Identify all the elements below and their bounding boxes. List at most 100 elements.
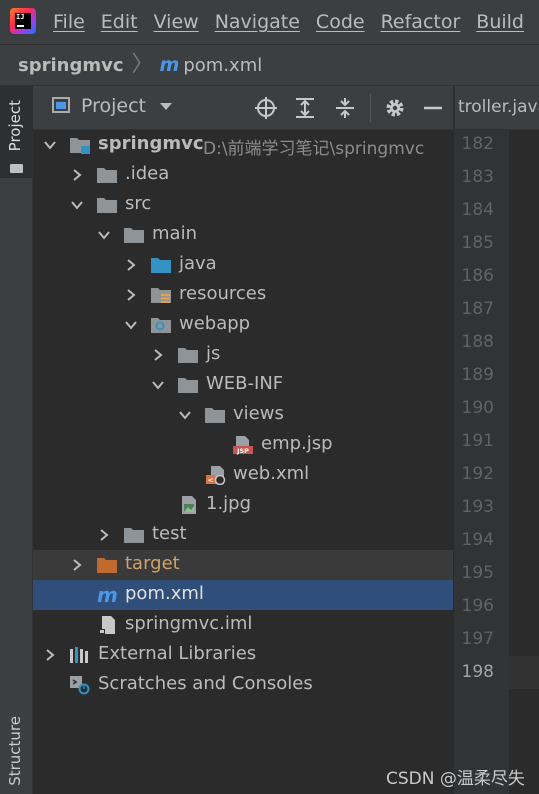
chevron-right-icon[interactable] xyxy=(95,526,113,544)
maven-icon: m xyxy=(159,54,180,76)
line-number: 185 xyxy=(461,233,494,253)
chevron-right-icon[interactable] xyxy=(122,256,140,274)
line-number: 183 xyxy=(461,167,494,187)
folder-icon xyxy=(10,164,23,173)
chevron-right-icon[interactable] xyxy=(68,556,86,574)
side-tab-structure[interactable]: Structure xyxy=(6,716,24,786)
collapse-all-icon[interactable] xyxy=(333,96,357,120)
tree-item-js[interactable]: js xyxy=(33,340,453,370)
tree-label: .idea xyxy=(125,163,170,184)
chevron-down-icon[interactable] xyxy=(149,376,167,394)
tree-item-external-libraries[interactable]: External Libraries xyxy=(33,640,453,670)
line-number: 186 xyxy=(461,266,494,286)
line-number: 192 xyxy=(461,464,494,484)
menu-code[interactable]: Code xyxy=(316,11,365,33)
chevron-right-icon[interactable] xyxy=(149,346,167,364)
tree-path: D:\前端学习笔记\springmvc xyxy=(203,139,425,159)
folder-icon xyxy=(124,228,144,243)
chevron-down-icon[interactable] xyxy=(160,103,172,110)
tree-label: views xyxy=(233,403,284,424)
chevron-right-icon[interactable] xyxy=(68,166,86,184)
tree-item-src[interactable]: src xyxy=(33,190,453,220)
image-file-icon xyxy=(182,496,196,514)
folder-icon xyxy=(97,168,117,183)
folder-icon xyxy=(178,378,198,393)
tree-item-test[interactable]: test xyxy=(33,520,453,550)
chevron-down-icon[interactable] xyxy=(122,316,140,334)
menu-bar: IJ File Edit View Navigate Code Refactor… xyxy=(0,0,539,44)
menu-edit[interactable]: Edit xyxy=(101,11,138,33)
chevron-down-icon[interactable] xyxy=(41,136,59,154)
tree-item-pom-xml[interactable]: m pom.xml xyxy=(33,580,453,610)
menu-file[interactable]: File xyxy=(53,11,85,33)
chevron-down-icon[interactable] xyxy=(68,196,86,214)
tree-item-webapp[interactable]: webapp xyxy=(33,310,453,340)
tree-label: js xyxy=(206,343,221,364)
expand-all-icon[interactable] xyxy=(293,96,317,120)
chevron-down-icon[interactable] xyxy=(95,226,113,244)
tree-item-target[interactable]: target xyxy=(33,550,453,580)
source-folder-icon xyxy=(151,258,171,273)
maven-icon: m xyxy=(97,583,118,607)
tree-label: springmvc.iml xyxy=(125,613,253,634)
tree-label: Scratches and Consoles xyxy=(98,673,313,694)
tree-label: springmvc xyxy=(98,133,204,154)
intellij-logo-icon: IJ xyxy=(10,8,36,34)
line-number: 191 xyxy=(461,431,494,451)
tree-item-idea[interactable]: .idea xyxy=(33,160,453,190)
tree-item-web-inf[interactable]: WEB-INF xyxy=(33,370,453,400)
code-area[interactable] xyxy=(509,130,539,794)
watermark: CSDN @温柔尽失 xyxy=(386,769,525,789)
minimize-icon[interactable] xyxy=(421,96,445,120)
project-panel-header: Project xyxy=(33,86,453,130)
tree-item-views[interactable]: views xyxy=(33,400,453,430)
tree-item-resources[interactable]: resources xyxy=(33,280,453,310)
tree-label: webapp xyxy=(179,313,251,334)
tree-label: java xyxy=(179,253,217,274)
breadcrumb-separator-icon: 〉 xyxy=(131,52,154,77)
tree-item-main[interactable]: main xyxy=(33,220,453,250)
tree-item-springmvc-iml[interactable]: springmvc.iml xyxy=(33,610,453,640)
menu-navigate[interactable]: Navigate xyxy=(215,11,300,33)
menu-view[interactable]: View xyxy=(154,11,199,33)
scratches-icon xyxy=(70,676,90,695)
line-number: 197 xyxy=(461,629,494,649)
chevron-right-icon[interactable] xyxy=(122,286,140,304)
tree-label: web.xml xyxy=(233,463,310,484)
editor-tab[interactable]: troller.java xyxy=(455,86,539,130)
jsp-file-icon: JSP xyxy=(233,436,253,455)
tree-item-emp-jsp[interactable]: JSP emp.jsp xyxy=(33,430,453,460)
line-number: 193 xyxy=(461,497,494,517)
locate-file-icon[interactable] xyxy=(254,96,278,120)
breadcrumb-file[interactable]: pom.xml xyxy=(183,55,262,76)
line-number: 184 xyxy=(461,200,494,220)
current-line-highlight xyxy=(509,656,539,689)
svg-text:<: < xyxy=(208,477,214,485)
tree-label: WEB-INF xyxy=(206,373,284,394)
project-view-selector[interactable]: Project xyxy=(81,95,146,117)
line-number: 188 xyxy=(461,332,494,352)
tree-label: emp.jsp xyxy=(261,433,333,454)
menu-build[interactable]: Build xyxy=(476,11,524,33)
tree-item-springmvc[interactable]: springmvc D:\前端学习笔记\springmvc xyxy=(33,130,453,160)
menu-refactor[interactable]: Refactor xyxy=(381,11,461,33)
tree-item-web-xml[interactable]: < web.xml xyxy=(33,460,453,490)
tree-label: main xyxy=(152,223,197,244)
line-number: 187 xyxy=(461,299,494,319)
line-number: 194 xyxy=(461,530,494,550)
tree-item-1-jpg[interactable]: 1.jpg xyxy=(33,490,453,520)
tree-item-scratches[interactable]: Scratches and Consoles xyxy=(33,670,453,700)
toolbar-divider xyxy=(370,94,371,122)
project-view-icon xyxy=(52,97,70,113)
tree-item-java[interactable]: java xyxy=(33,250,453,280)
chevron-down-icon[interactable] xyxy=(176,406,194,424)
folder-icon xyxy=(124,528,144,543)
chevron-right-icon[interactable] xyxy=(41,646,59,664)
project-tree: springmvc D:\前端学习笔记\springmvc .idea src … xyxy=(33,130,453,794)
breadcrumb-project[interactable]: springmvc xyxy=(18,55,124,76)
gear-icon[interactable] xyxy=(383,96,407,120)
line-number: 196 xyxy=(461,596,494,616)
side-tab-project[interactable]: Project xyxy=(0,86,33,178)
line-number: 182 xyxy=(461,134,494,154)
tree-label: test xyxy=(152,523,187,544)
